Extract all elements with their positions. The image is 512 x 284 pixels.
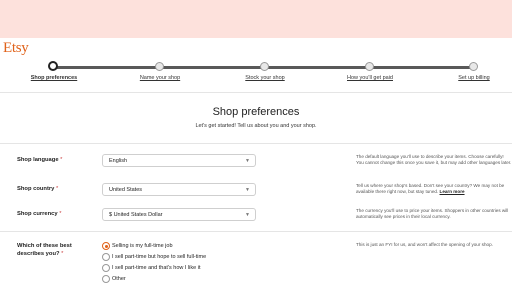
step-5-marker [469, 62, 478, 71]
etsy-logo[interactable]: Etsy [3, 40, 29, 57]
shop-country-label: Shop country * [17, 186, 58, 192]
step-3-label[interactable]: Stock your shop [245, 75, 284, 81]
shop-country-label-text: Shop country [17, 186, 55, 192]
shop-country-value: United States [109, 187, 143, 193]
radio-label: Other [112, 275, 126, 282]
describes-you-help: This is just an FYI for us, and won't af… [356, 242, 493, 247]
required-marker: * [55, 186, 59, 192]
shop-language-label: Shop language * [17, 157, 62, 163]
chevron-down-icon: ▼ [245, 212, 250, 218]
radio-button[interactable] [102, 242, 110, 250]
divider [0, 143, 512, 144]
step-1-label[interactable]: Shop preferences [31, 75, 77, 81]
shop-language-label-text: Shop language [17, 157, 59, 163]
required-marker: * [59, 211, 62, 217]
radio-label: I sell part-time but hope to sell full-t… [112, 253, 207, 260]
step-4-label[interactable]: How you'll get paid [347, 75, 393, 81]
required-marker: * [61, 251, 64, 257]
radio-button[interactable] [102, 264, 110, 272]
top-banner-band [0, 0, 512, 38]
describes-you-label-text: Which of these best describes you? [17, 243, 72, 257]
radio-label: I sell part-time and that's how I like i… [112, 264, 201, 271]
page-title: Shop preferences [212, 106, 300, 118]
step-2-marker [155, 62, 164, 71]
step-5-label[interactable]: Set up billing [458, 75, 490, 81]
step-1-marker [48, 61, 58, 71]
shop-country-help-text: Tell us where your shop's based. Don't s… [356, 183, 505, 195]
shop-country-select[interactable]: United States ▼ [102, 183, 256, 196]
required-marker: * [60, 157, 63, 163]
divider [0, 92, 512, 93]
shop-country-help: Tell us where your shop's based. Don't s… [356, 183, 512, 195]
radio-button[interactable] [102, 275, 110, 283]
step-2-label[interactable]: Name your shop [140, 75, 180, 81]
radio-label: Selling is my full-time job [112, 242, 173, 249]
shop-language-select[interactable]: English ▼ [102, 154, 256, 167]
radio-button[interactable] [102, 253, 110, 261]
onboarding-progress: Shop preferences Name your shop Stock yo… [0, 58, 512, 88]
shop-currency-help: The currency you'll use to price your it… [356, 208, 509, 220]
shop-currency-value: $ United States Dollar [109, 212, 163, 218]
chevron-down-icon: ▼ [245, 187, 250, 193]
shop-language-value: English [109, 158, 128, 164]
shop-currency-label: Shop currency * [17, 211, 61, 217]
step-3-marker [260, 62, 269, 71]
chevron-down-icon: ▼ [245, 158, 250, 164]
shop-language-help: The default language you'll use to descr… [356, 154, 512, 166]
shop-currency-select[interactable]: $ United States Dollar ▼ [102, 208, 256, 221]
learn-more-link[interactable]: Learn more [440, 189, 465, 194]
step-4-marker [365, 62, 374, 71]
shop-currency-label-text: Shop currency [17, 211, 58, 217]
page-subtitle: Let's get started! Tell us about you and… [195, 123, 317, 129]
divider [0, 231, 512, 232]
describes-you-label: Which of these best describes you? * [17, 242, 89, 258]
